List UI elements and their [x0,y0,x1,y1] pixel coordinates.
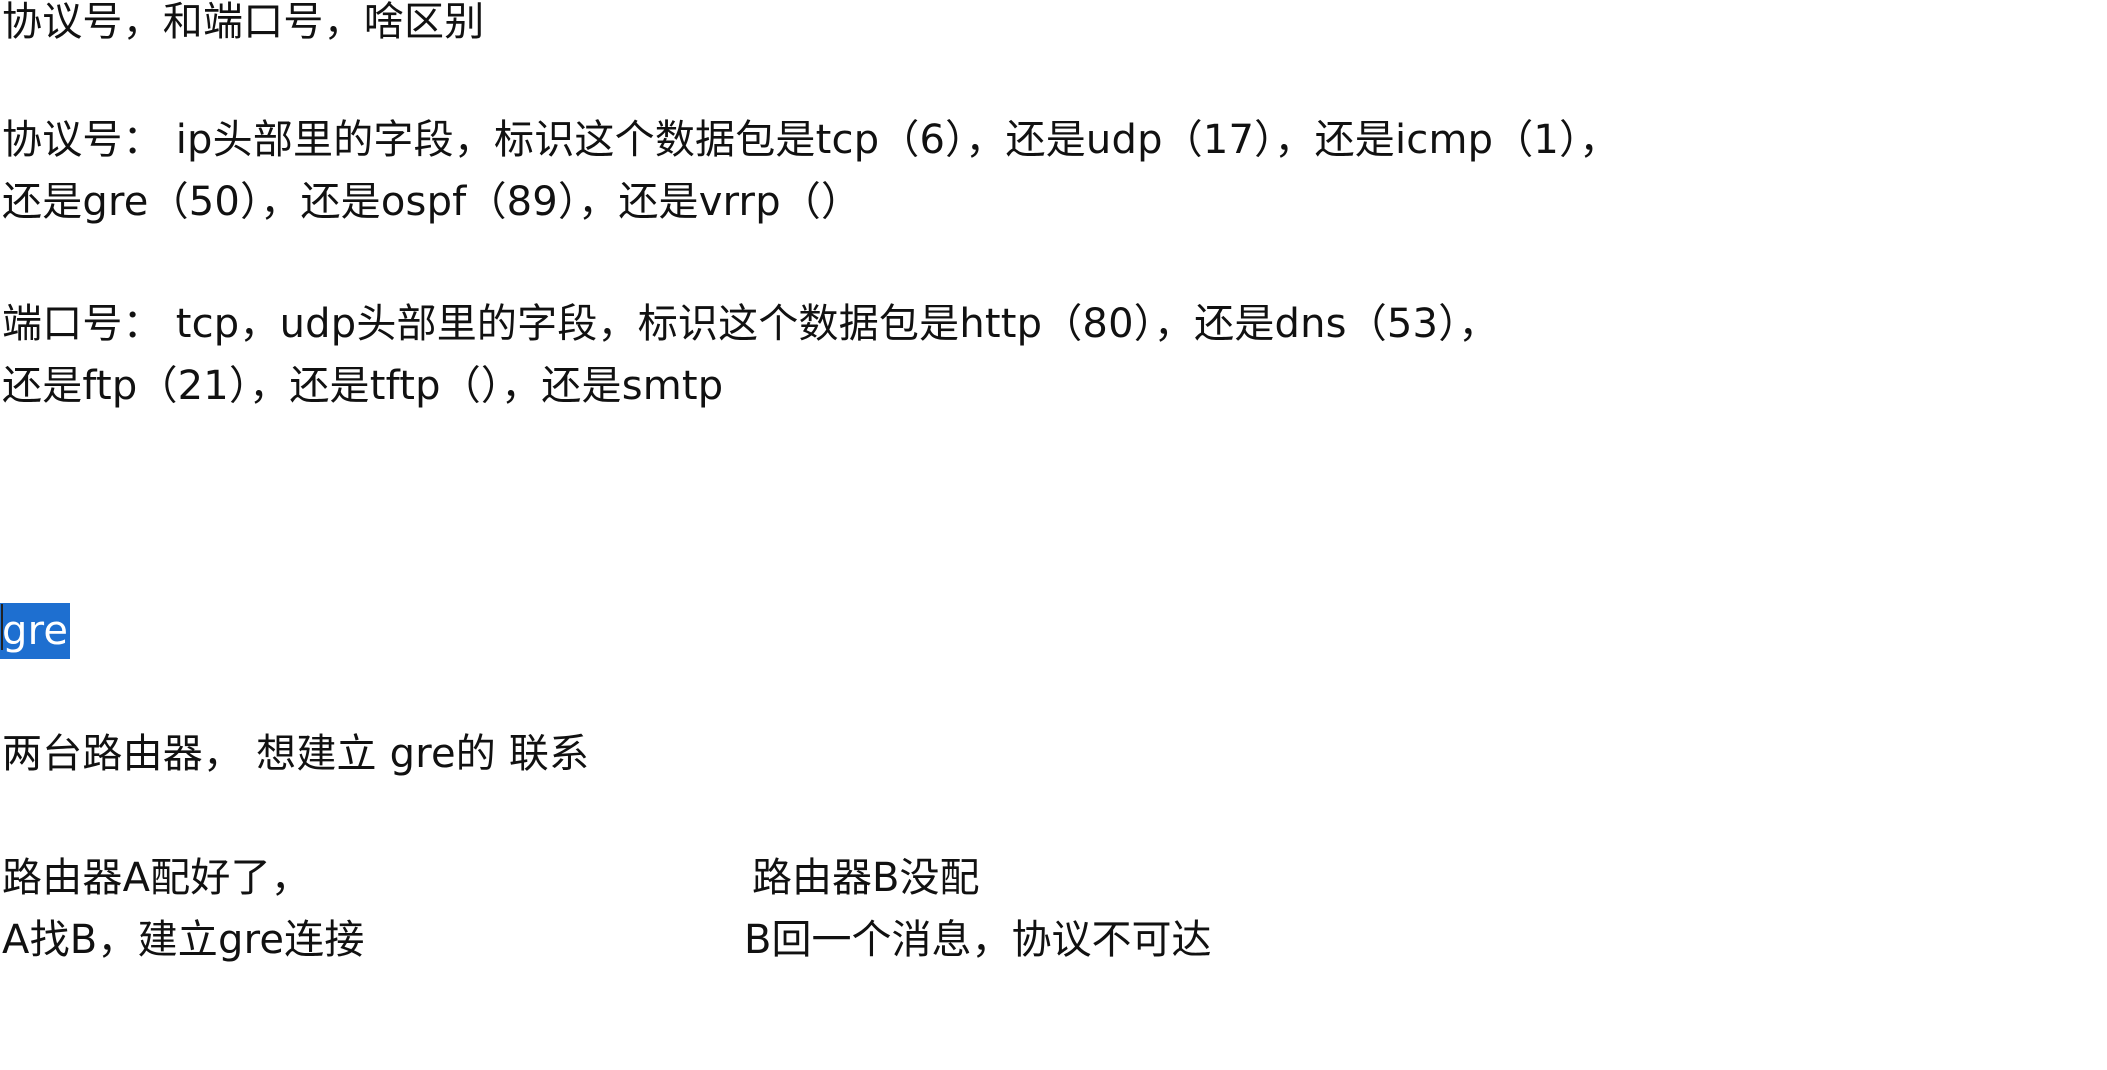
router-a-line-1: 路由器A配好了， [2,855,311,901]
port-line-1: 端口号： tcp，udp头部里的字段，标识这个数据包是http（80），还是dn… [2,301,1499,347]
protocol-line-2: 还是gre（50），还是ospf（89），还是vrrp（） [2,179,862,225]
gre-intro-line: 两台路由器， 想建立 gre的 联系 [2,731,590,777]
router-b-line-1: 路由器B没配 [752,855,980,901]
router-a-line-2: A找B，建立gre连接 [2,917,365,963]
selected-text-line[interactable]: gre [0,603,71,659]
protocol-line-1: 协议号： ip头部里的字段，标识这个数据包是tcp（6），还是udp（17），还… [2,117,1620,163]
text-cursor [1,604,3,650]
selected-word[interactable]: gre [0,603,71,659]
title-line: 协议号，和端口号，啥区别 [2,0,485,45]
router-b-line-2: B回一个消息，协议不可达 [744,917,1212,963]
port-line-2: 还是ftp（21），还是tftp（），还是smtp [2,363,724,409]
document-body[interactable]: 协议号，和端口号，啥区别 协议号： ip头部里的字段，标识这个数据包是tcp（6… [0,0,2107,1070]
